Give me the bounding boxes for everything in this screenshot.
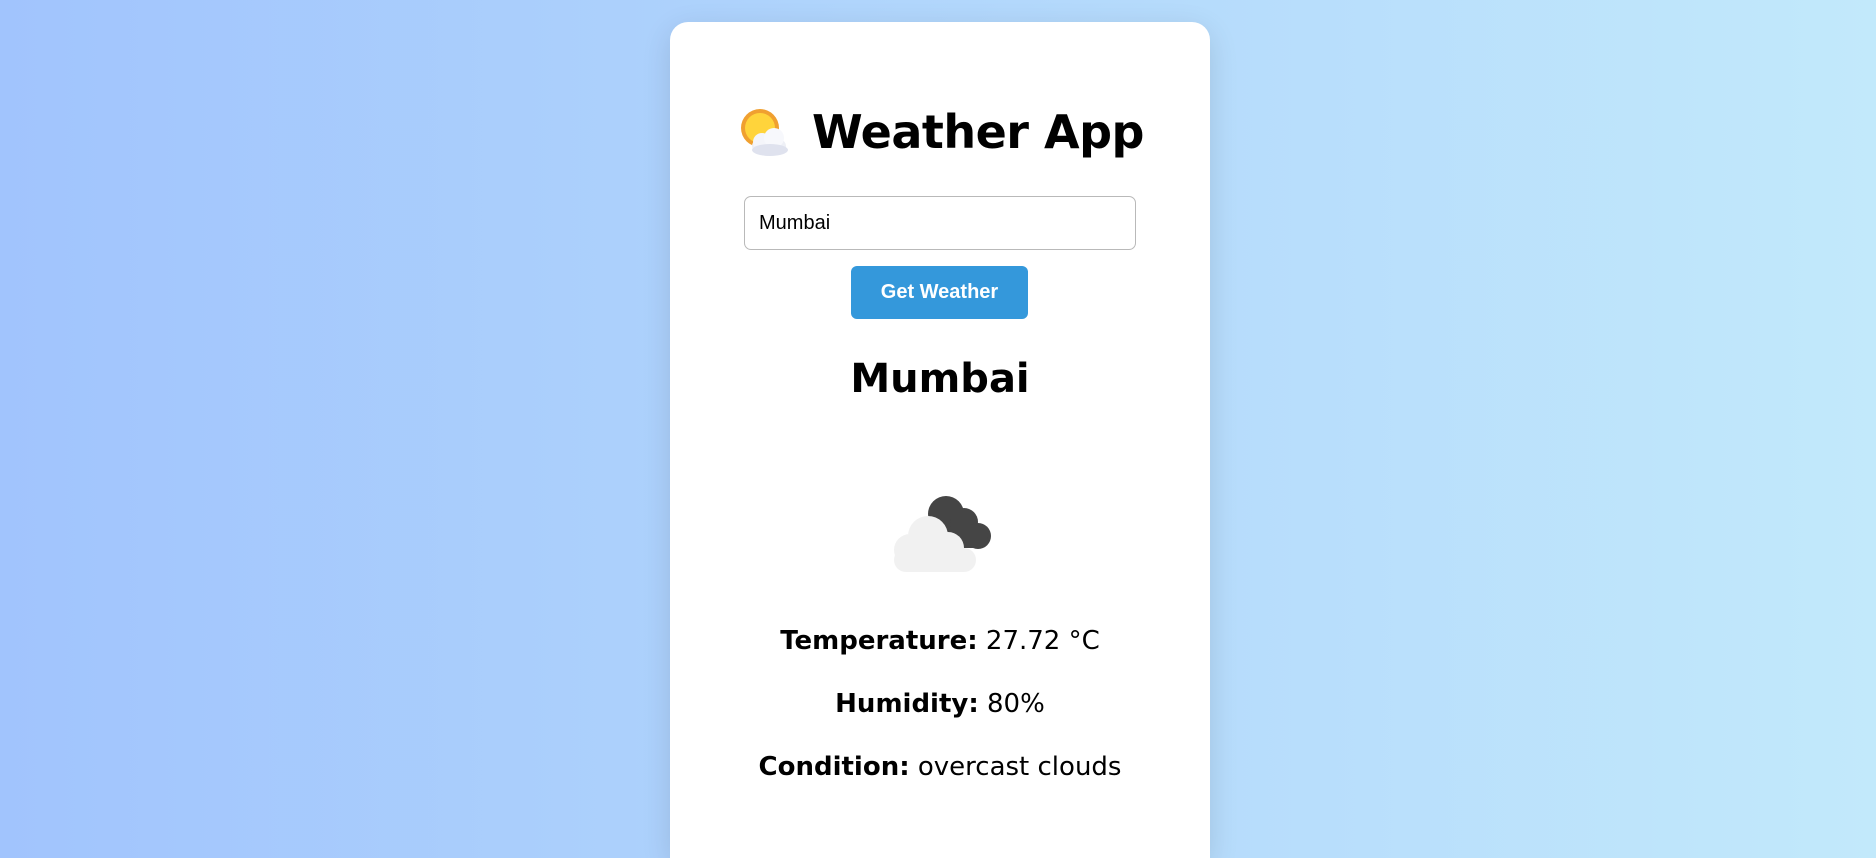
- overcast-clouds-icon: [894, 496, 991, 572]
- sun-behind-cloud-icon: [741, 109, 789, 156]
- condition-line: Condition: overcast clouds: [670, 752, 1210, 782]
- get-weather-button[interactable]: Get Weather: [851, 266, 1028, 319]
- city-search-input[interactable]: [744, 196, 1136, 250]
- humidity-label: Humidity:: [835, 689, 979, 719]
- app-title: Weather App: [812, 105, 1144, 159]
- condition-label: Condition:: [758, 752, 910, 782]
- humidity-value: 80%: [987, 689, 1045, 719]
- temperature-value: 27.72 °C: [985, 626, 1100, 656]
- app-header: Weather App: [670, 104, 1210, 160]
- condition-value: overcast clouds: [917, 752, 1122, 782]
- humidity-line: Humidity: 80%: [670, 689, 1210, 719]
- temperature-label: Temperature:: [780, 626, 978, 656]
- weather-card: Weather App Get Weather Mumbai Temperatu…: [670, 22, 1210, 858]
- city-name-heading: Mumbai: [850, 356, 1030, 402]
- temperature-line: Temperature: 27.72 °C: [670, 626, 1210, 656]
